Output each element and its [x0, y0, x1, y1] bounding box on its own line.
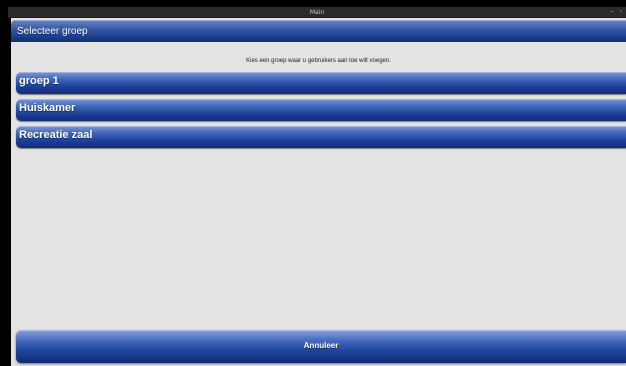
group-button-huiskamer[interactable]: Huiskamer: [16, 99, 626, 121]
maximize-icon[interactable]: ▫: [620, 7, 622, 18]
group-label: Recreatie zaal: [19, 129, 93, 141]
minimize-icon[interactable]: –: [611, 7, 614, 18]
cancel-button[interactable]: Annuleer: [16, 330, 626, 363]
group-button-groep-1[interactable]: groep 1: [16, 72, 626, 94]
instruction-text: Kies een groep waar u gebruikers aan toe…: [246, 58, 391, 64]
group-label: groep 1: [19, 75, 59, 87]
group-button-recreatie-zaal[interactable]: Recreatie zaal: [16, 126, 626, 148]
page-title: Selecteer groep: [17, 26, 88, 37]
group-label: Huiskamer: [19, 102, 76, 114]
cancel-label: Annuleer: [303, 341, 339, 350]
window-titlebar[interactable]: Main – ▫: [8, 7, 626, 18]
dialog-content: Selecteer groep Kies een groep waar u ge…: [11, 18, 626, 366]
dialog-header: Selecteer groep: [11, 20, 626, 42]
window-title: Main: [309, 9, 325, 16]
